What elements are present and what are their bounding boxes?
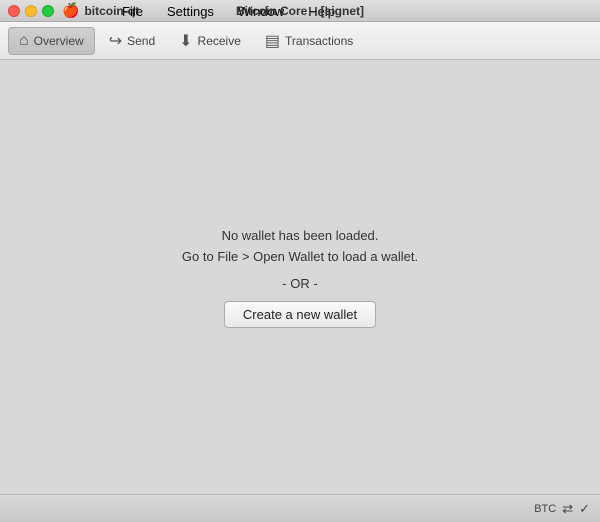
title-bar: 🍎 bitcoin-qt File Settings Window Help B… xyxy=(0,0,600,22)
receive-icon: ⬇ xyxy=(179,31,192,51)
main-window: 🍎 bitcoin-qt File Settings Window Help B… xyxy=(0,0,600,522)
transactions-icon: ▤ xyxy=(265,31,280,51)
create-wallet-button[interactable]: Create a new wallet xyxy=(224,301,376,328)
minimize-button[interactable] xyxy=(25,5,37,17)
close-button[interactable] xyxy=(8,5,20,17)
overview-label: Overview xyxy=(34,34,84,48)
menu-file[interactable]: File xyxy=(118,4,147,19)
status-bar: BTC ⇄ ✓ xyxy=(0,494,600,522)
transactions-button[interactable]: ▤ Transactions xyxy=(255,27,363,55)
overview-button[interactable]: ⌂ Overview xyxy=(8,27,95,55)
send-label: Send xyxy=(127,34,155,48)
no-wallet-line2: Go to File > Open Wallet to load a walle… xyxy=(182,247,418,268)
no-wallet-text: No wallet has been loaded. Go to File > … xyxy=(182,226,418,268)
maximize-button[interactable] xyxy=(42,5,54,17)
window-title: Bitcoin Core – [signet] xyxy=(236,4,364,18)
wallet-message: No wallet has been loaded. Go to File > … xyxy=(182,226,418,328)
send-button[interactable]: ↪ Send xyxy=(99,27,165,55)
transactions-label: Transactions xyxy=(285,34,353,48)
menu-settings[interactable]: Settings xyxy=(163,4,218,19)
or-text: - OR - xyxy=(282,276,317,291)
network-icon: ⇄ xyxy=(562,501,573,517)
receive-button[interactable]: ⬇ Receive xyxy=(169,27,251,55)
sync-icon: ✓ xyxy=(579,501,590,517)
main-content: No wallet has been loaded. Go to File > … xyxy=(0,60,600,494)
currency-label: BTC xyxy=(534,503,556,515)
home-icon: ⌂ xyxy=(19,32,29,50)
apple-icon: 🍎 xyxy=(62,2,79,19)
send-icon: ↪ xyxy=(109,31,122,51)
traffic-lights xyxy=(8,5,54,17)
receive-label: Receive xyxy=(198,34,241,48)
no-wallet-line1: No wallet has been loaded. xyxy=(182,226,418,247)
toolbar: ⌂ Overview ↪ Send ⬇ Receive ▤ Transactio… xyxy=(0,22,600,60)
